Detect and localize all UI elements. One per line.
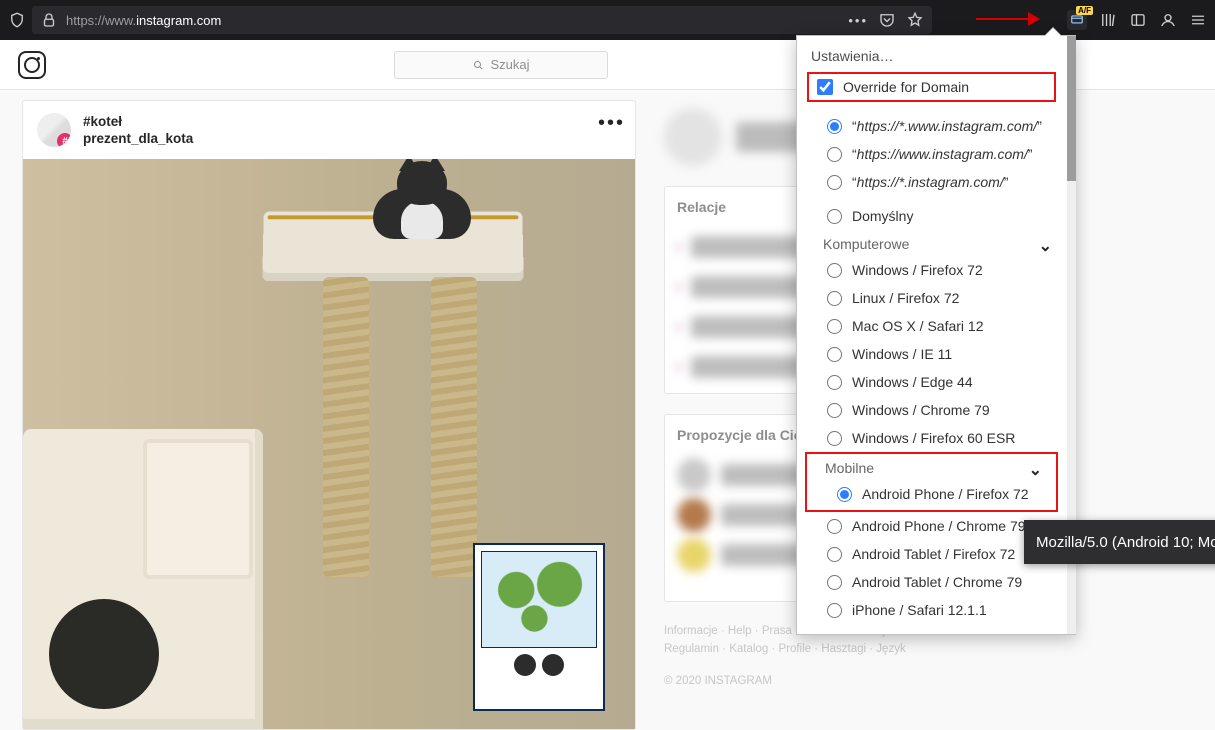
override-label: Override for Domain [843, 79, 969, 95]
lock-icon [40, 11, 58, 29]
domain-radio[interactable] [827, 119, 842, 134]
ua-option[interactable]: Windows / Edge 44 [797, 368, 1066, 396]
ua-option[interactable]: Windows / IE 11 [797, 340, 1066, 368]
address-bar[interactable]: https://www.instagram.com ••• [32, 6, 932, 34]
useragent-tooltip: Mozilla/5.0 (Android 10; Mobi [1024, 520, 1215, 564]
domain-option[interactable]: “https://*.instagram.com/” [797, 168, 1066, 196]
bookmark-star-icon[interactable] [906, 11, 924, 29]
ua-option[interactable]: Android Tablet / Chrome 79 [797, 568, 1066, 596]
post-card: # #koteł prezent_dla_kota ••• [22, 100, 636, 730]
footer-link[interactable]: Regulamin [664, 643, 729, 655]
post-image[interactable] [23, 159, 635, 729]
domain-radio[interactable] [827, 147, 842, 162]
search-input[interactable]: Szukaj [394, 51, 608, 79]
ua-radio[interactable] [837, 487, 852, 502]
ua-radio[interactable] [827, 209, 842, 224]
ua-radio[interactable] [827, 403, 842, 418]
footer-row-2: Regulamin Katalog Profile Hasztagi Język [664, 640, 984, 658]
footer-copyright: © 2020 INSTAGRAM [664, 672, 984, 690]
useragent-switcher-extension-icon[interactable]: A/F [1067, 10, 1087, 30]
browser-toolbar: https://www.instagram.com ••• A/F [0, 0, 1215, 40]
ua-radio[interactable] [827, 603, 842, 618]
ua-radio[interactable] [827, 519, 842, 534]
instagram-logo-icon[interactable] [18, 51, 46, 79]
ua-option[interactable]: Mac OS X / Safari 12 [797, 312, 1066, 340]
ua-option[interactable]: iPhone / Safari 12.1.1 [797, 596, 1066, 624]
default-option[interactable]: Domyślny [797, 202, 1066, 230]
ua-option-selected[interactable]: Android Phone / Firefox 72 [807, 480, 1056, 508]
sidebar-icon[interactable] [1129, 11, 1147, 29]
library-icon[interactable] [1099, 11, 1117, 29]
domain-radio[interactable] [827, 175, 842, 190]
extension-badge: A/F [1076, 6, 1093, 15]
ua-option[interactable]: Windows / Firefox 60 ESR [797, 424, 1066, 452]
chevron-down-icon: ⌄ [1039, 236, 1052, 256]
footer-link[interactable]: Hasztagi [821, 643, 876, 655]
ua-radio[interactable] [827, 291, 842, 306]
ua-option[interactable]: Windows / Chrome 79 [797, 396, 1066, 424]
desktop-section-header[interactable]: Komputerowe⌄ [797, 230, 1066, 256]
footer-link[interactable]: Katalog [729, 643, 778, 655]
scrollbar-thumb[interactable] [1067, 36, 1076, 181]
post-header: # #koteł prezent_dla_kota ••• [23, 101, 635, 159]
ua-radio[interactable] [827, 319, 842, 334]
post-author[interactable]: prezent_dla_kota [83, 130, 193, 147]
ua-radio[interactable] [827, 431, 842, 446]
override-for-domain-row[interactable]: Override for Domain [807, 72, 1056, 102]
tracking-shield-icon[interactable] [8, 11, 26, 29]
ua-radio[interactable] [827, 547, 842, 562]
chevron-down-icon: ⌄ [1029, 460, 1042, 480]
post-hashtag[interactable]: #koteł [83, 113, 193, 130]
ua-option[interactable]: Windows / Firefox 72 [797, 256, 1066, 284]
search-icon [472, 59, 484, 71]
search-placeholder: Szukaj [490, 57, 529, 72]
footer-link[interactable]: Help [728, 625, 762, 637]
ua-radio[interactable] [827, 347, 842, 362]
annotation-arrow [976, 12, 1040, 26]
more-icon[interactable]: ••• [848, 13, 868, 28]
pocket-icon[interactable] [878, 11, 896, 29]
footer-link[interactable]: Informacje [664, 625, 728, 637]
ua-radio[interactable] [827, 575, 842, 590]
ua-radio[interactable] [827, 375, 842, 390]
mobile-section-header[interactable]: Mobilne⌄ [807, 454, 1056, 480]
hash-badge-icon: # [57, 133, 71, 147]
url-text: https://www.instagram.com [66, 13, 221, 28]
hamburger-menu-icon[interactable] [1189, 11, 1207, 29]
domain-option[interactable]: “https://*.www.instagram.com/” [797, 112, 1066, 140]
account-icon[interactable] [1159, 11, 1177, 29]
ua-option[interactable]: Linux / Firefox 72 [797, 284, 1066, 312]
ua-radio[interactable] [827, 263, 842, 278]
override-checkbox[interactable] [817, 79, 833, 95]
popup-title: Ustawienia… [797, 36, 1066, 72]
domain-option[interactable]: “https://www.instagram.com/” [797, 140, 1066, 168]
mobile-selected-group: Mobilne⌄ Android Phone / Firefox 72 [805, 452, 1058, 512]
footer-link[interactable]: Język [876, 643, 905, 655]
footer-link[interactable]: Profile [778, 643, 821, 655]
hashtag-avatar[interactable]: # [37, 113, 71, 147]
